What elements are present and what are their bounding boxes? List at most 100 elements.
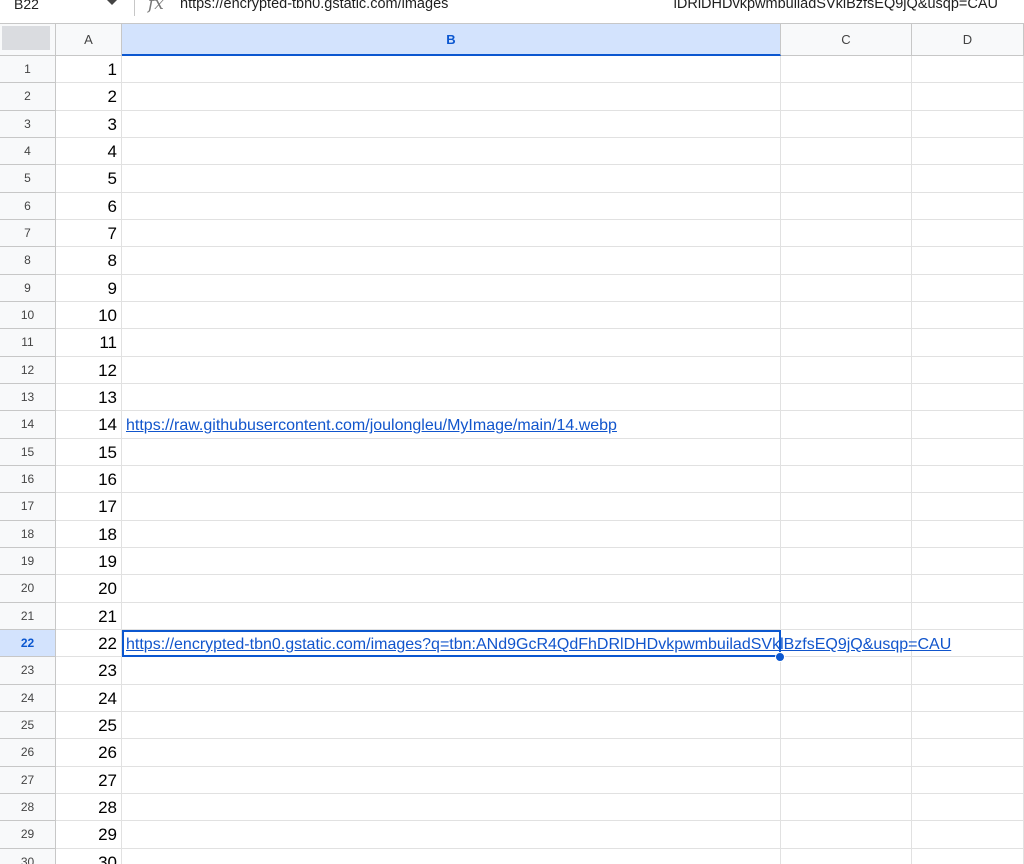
row-header[interactable]: 25 [0,711,56,740]
cell-c[interactable] [781,465,912,494]
cell-c[interactable] [781,520,912,548]
select-all-corner[interactable] [0,24,56,56]
cell-c[interactable] [781,575,912,603]
cell-link[interactable]: https://encrypted-tbn0.gstatic.com/image… [126,636,951,653]
cell-c[interactable] [781,274,912,302]
cell-b[interactable] [122,247,781,275]
cell-d[interactable] [912,329,1024,357]
cell-a[interactable]: 13 [56,383,122,412]
cell-d[interactable] [912,274,1024,302]
cell-d[interactable] [912,657,1024,685]
cell-b[interactable] [122,438,781,466]
cell-a[interactable]: 2 [56,83,122,111]
cell-c[interactable] [781,793,912,822]
cell-a[interactable]: 16 [56,465,122,494]
cell-b[interactable] [122,575,781,603]
cell-b[interactable] [122,356,781,384]
cell-b[interactable]: https://raw.githubusercontent.com/joulon… [122,411,781,439]
cell-b[interactable] [122,848,781,864]
cell-c[interactable] [781,438,912,466]
cell-b[interactable] [122,821,781,849]
row-header[interactable]: 16 [0,465,56,494]
cell-d[interactable] [912,793,1024,822]
cell-a[interactable]: 17 [56,493,122,521]
cell-d[interactable] [912,602,1024,630]
cell-d[interactable] [912,383,1024,412]
row-header[interactable]: 8 [0,247,56,275]
cell-a[interactable]: 22 [56,629,122,658]
row-header[interactable]: 5 [0,165,56,193]
row-header[interactable]: 14 [0,411,56,439]
cell-c[interactable] [781,766,912,794]
cell-a[interactable]: 30 [56,848,122,864]
cell-d[interactable] [912,83,1024,111]
cell-b[interactable] [122,493,781,521]
row-header[interactable]: 10 [0,301,56,330]
cell-b[interactable] [122,657,781,685]
row-header[interactable]: 22 [0,629,56,658]
cell-b[interactable] [122,684,781,712]
cell-b[interactable] [122,766,781,794]
cell-a[interactable]: 14 [56,411,122,439]
cell-d[interactable] [912,56,1024,84]
cell-a[interactable]: 19 [56,547,122,576]
column-header-c[interactable]: C [781,24,912,56]
row-header[interactable]: 24 [0,684,56,712]
column-header-b[interactable]: B [122,24,781,56]
cell-c[interactable] [781,247,912,275]
row-header[interactable]: 2 [0,83,56,111]
cell-a[interactable]: 18 [56,520,122,548]
cell-c[interactable] [781,56,912,84]
row-header[interactable]: 7 [0,219,56,248]
cell-c[interactable] [781,821,912,849]
cell-a[interactable]: 7 [56,219,122,248]
cell-b[interactable] [122,219,781,248]
cell-a[interactable]: 11 [56,329,122,357]
cell-c[interactable] [781,110,912,138]
row-header[interactable]: 19 [0,547,56,576]
cell-a[interactable]: 24 [56,684,122,712]
cell-d[interactable] [912,711,1024,740]
cell-b[interactable] [122,329,781,357]
cell-a[interactable]: 10 [56,301,122,330]
cell-d[interactable] [912,547,1024,576]
cell-b[interactable] [122,165,781,193]
cell-a[interactable]: 21 [56,602,122,630]
cell-c[interactable] [781,657,912,685]
formula-input-start[interactable]: https://encrypted-tbn0.gstatic.com/image… [180,0,486,14]
cell-link[interactable]: https://raw.githubusercontent.com/joulon… [126,417,617,434]
cell-a[interactable]: 4 [56,137,122,166]
cell-b[interactable] [122,547,781,576]
cell-d[interactable] [912,684,1024,712]
cell-b[interactable] [122,739,781,767]
cell-c[interactable] [781,547,912,576]
cell-a[interactable]: 15 [56,438,122,466]
chevron-down-icon[interactable] [107,0,117,5]
cell-a[interactable]: 25 [56,711,122,740]
cell-b[interactable] [122,520,781,548]
cell-a[interactable]: 1 [56,56,122,84]
cell-d[interactable] [912,247,1024,275]
cell-d[interactable] [912,739,1024,767]
cell-a[interactable]: 27 [56,766,122,794]
cell-b[interactable] [122,56,781,84]
cell-d[interactable] [912,575,1024,603]
cell-b[interactable] [122,602,781,630]
cell-a[interactable]: 5 [56,165,122,193]
cell-c[interactable] [781,329,912,357]
row-header[interactable]: 20 [0,575,56,603]
row-header[interactable]: 21 [0,602,56,630]
active-cell-b[interactable]: https://encrypted-tbn0.gstatic.com/image… [122,629,951,658]
cell-b[interactable] [122,383,781,412]
row-header[interactable]: 4 [0,137,56,166]
row-header[interactable]: 29 [0,821,56,849]
cell-a[interactable]: 6 [56,192,122,220]
cell-b[interactable] [122,137,781,166]
cell-d[interactable] [912,520,1024,548]
cell-a[interactable]: 9 [56,274,122,302]
cell-b[interactable] [122,110,781,138]
column-header-d[interactable]: D [912,24,1024,56]
cell-a[interactable]: 8 [56,247,122,275]
cell-d[interactable] [912,821,1024,849]
cell-b[interactable] [122,83,781,111]
